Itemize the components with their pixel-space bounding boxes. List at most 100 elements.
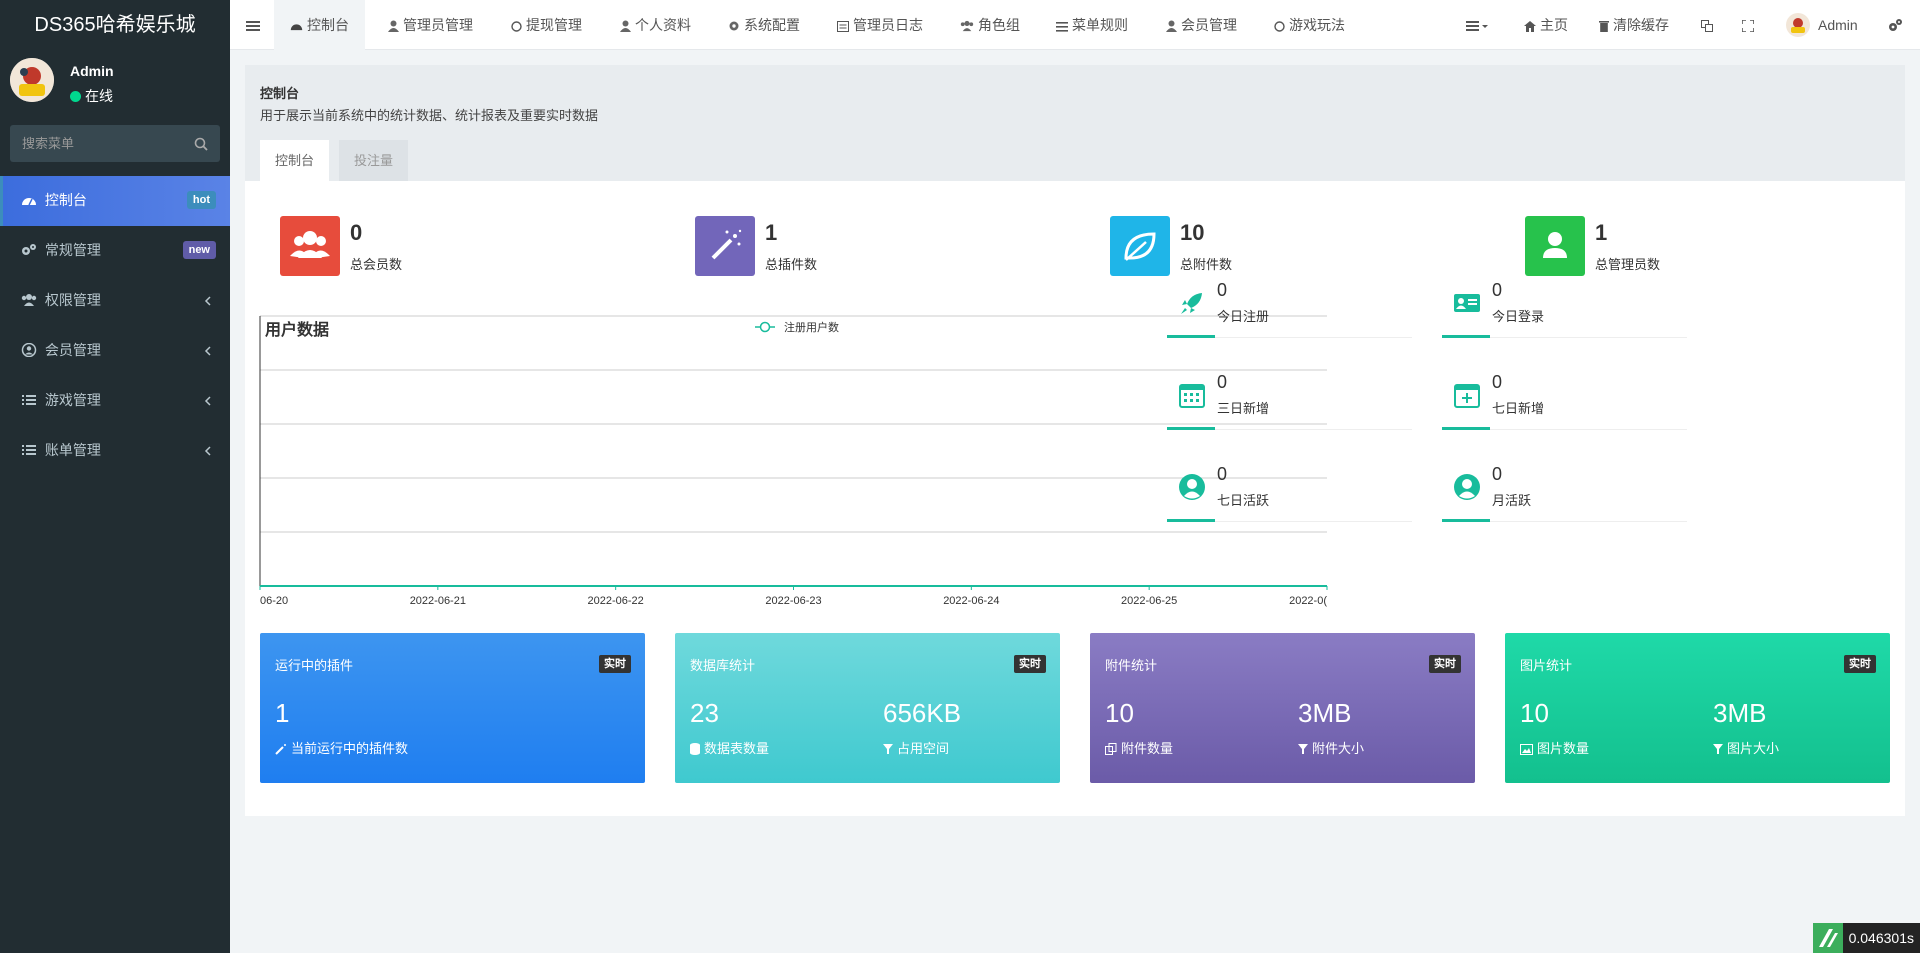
tab-member-manage[interactable]: 会员管理 — [1166, 0, 1237, 50]
page-description: 用于展示当前系统中的统计数据、统计报表及重要实时数据 — [260, 108, 599, 123]
tab-admin-manage[interactable]: 管理员管理 — [388, 0, 473, 50]
nav-label: 系统配置 — [744, 17, 800, 33]
nav-label: 菜单规则 — [1072, 17, 1128, 33]
user-circle-icon — [21, 343, 37, 357]
sidebar-item-members[interactable]: 会员管理 — [0, 326, 230, 376]
search-input[interactable] — [10, 125, 220, 162]
chevron-left-icon — [204, 396, 211, 406]
tab-admin-log[interactable]: 管理员日志 — [837, 0, 923, 50]
avatar — [10, 58, 54, 102]
x-tick-label: 2022-06-24 — [943, 595, 999, 607]
content-header: 控制台 用于展示当前系统中的统计数据、统计报表及重要实时数据 控制台 投注量 — [245, 65, 1905, 181]
realtime-badge: 实时 — [1014, 655, 1046, 673]
chart-legend[interactable]: 注册用户数 — [755, 320, 839, 334]
list-alt-icon — [837, 21, 849, 32]
copy-icon — [1105, 743, 1117, 755]
mini-stat-three-day-new: 0 三日新增 — [1167, 368, 1412, 430]
home-label: 主页 — [1540, 17, 1568, 33]
chart-grid — [259, 315, 1328, 590]
user-circle-icon — [1454, 474, 1480, 500]
card-value: 656KB — [883, 698, 962, 728]
nav-label: 角色组 — [978, 17, 1020, 33]
language-button[interactable] — [1701, 0, 1717, 50]
user-status-text: 在线 — [85, 88, 113, 104]
tab-dashboard[interactable]: 控制台 — [274, 0, 365, 50]
gear-icon — [729, 21, 739, 31]
dashboard-icon — [22, 198, 36, 206]
tab-bet-volume[interactable]: 投注量 — [339, 140, 409, 181]
accent-bar — [1442, 519, 1490, 522]
card-value: 10 — [1105, 698, 1134, 728]
admin-user-menu[interactable]: Admin — [1786, 0, 1858, 50]
sidebar-item-bills[interactable]: 账单管理 — [0, 426, 230, 476]
mini-stat-label: 七日新增 — [1492, 401, 1545, 416]
x-tick-label: 2022-0( — [1289, 595, 1327, 607]
mini-stat-value: 0 — [1492, 464, 1503, 484]
user-circle-icon — [1179, 474, 1205, 500]
settings-button[interactable] — [1888, 0, 1906, 50]
tab-withdraw[interactable]: 提现管理 — [511, 0, 582, 50]
clear-cache-button[interactable]: 清除缓存 — [1599, 0, 1669, 50]
tab-console[interactable]: 控制台 — [260, 140, 330, 181]
user-icon — [388, 20, 399, 32]
tab-menu-rules[interactable]: 菜单规则 — [1056, 0, 1128, 50]
mini-stat-value: 0 — [1217, 464, 1228, 484]
home-link[interactable]: 主页 — [1524, 0, 1568, 50]
mini-stat-label: 月活跃 — [1492, 493, 1532, 508]
stat-value: 1 — [1595, 220, 1608, 245]
online-dot-icon — [70, 91, 81, 102]
sidebar-item-dashboard[interactable]: 控制台 hot — [0, 176, 230, 226]
calendar-icon — [1179, 384, 1205, 408]
card-label: 数据表数量 — [690, 738, 769, 757]
nav-label: 提现管理 — [526, 17, 582, 33]
circle-icon — [511, 21, 522, 32]
accent-bar — [1167, 335, 1215, 338]
magic-wand-icon — [275, 744, 286, 755]
card-title: 数据库统计 — [690, 658, 756, 673]
mini-stat-label: 今日注册 — [1217, 309, 1270, 324]
card-title: 附件统计 — [1105, 658, 1158, 673]
sidebar-item-auth[interactable]: 权限管理 — [0, 276, 230, 326]
sidebar-toggle-button[interactable] — [246, 0, 264, 50]
card-value: 10 — [1520, 698, 1549, 728]
sidebar-item-label: 账单管理 — [44, 442, 101, 458]
trash-icon — [1599, 21, 1609, 32]
realtime-badge: 实时 — [1429, 655, 1461, 673]
legend-label: 注册用户数 — [784, 320, 839, 334]
top-navbar: 控制台 管理员管理 提现管理 个人资料 系统配置 管理员日志 角色组 菜单规则 … — [230, 0, 1920, 50]
accent-bar — [1167, 519, 1215, 522]
search-icon[interactable] — [194, 137, 208, 151]
group-icon — [21, 294, 37, 306]
mini-stat-today-login: 0 今日登录 — [1442, 276, 1687, 338]
image-icon — [1520, 744, 1533, 755]
mini-stat-value: 0 — [1217, 372, 1228, 392]
tab-game-play[interactable]: 游戏玩法 — [1274, 0, 1345, 50]
nav-label: 个人资料 — [635, 17, 691, 33]
card-database-stats: 数据库统计 实时 23 数据表数量 656KB 占用空间 — [675, 633, 1060, 783]
home-icon — [1524, 21, 1536, 32]
sidebar-item-games[interactable]: 游戏管理 — [0, 376, 230, 426]
more-menu-button[interactable] — [1466, 0, 1492, 50]
user-icon — [620, 20, 631, 32]
dashboard-icon — [290, 24, 303, 31]
translate-icon — [1701, 20, 1713, 32]
sidebar-item-general[interactable]: 常规管理 new — [0, 226, 230, 276]
card-label-text: 附件数量 — [1121, 741, 1174, 756]
chevron-left-icon — [204, 446, 211, 456]
user-icon — [1166, 20, 1177, 32]
fullscreen-button[interactable] — [1741, 0, 1758, 50]
new-badge: new — [182, 241, 216, 259]
tab-profile[interactable]: 个人资料 — [620, 0, 691, 50]
performance-badge[interactable]: 0.046301s — [1812, 923, 1920, 953]
card-value: 1 — [275, 698, 290, 728]
card-label-text: 当前运行中的插件数 — [291, 741, 409, 756]
card-image-stats: 图片统计 实时 10 图片数量 3MB 图片大小 — [1505, 633, 1890, 783]
user-name: Admin — [70, 63, 114, 79]
x-tick-label: 2022-06-22 — [588, 595, 644, 607]
card-label: 当前运行中的插件数 — [275, 738, 408, 757]
brand-title[interactable]: DS365哈希娱乐城 — [0, 0, 230, 50]
page-title: 控制台 — [260, 86, 300, 101]
tab-role-group[interactable]: 角色组 — [960, 0, 1020, 50]
chart-title: 用户数据 — [265, 320, 329, 339]
tab-system-config[interactable]: 系统配置 — [728, 0, 800, 50]
